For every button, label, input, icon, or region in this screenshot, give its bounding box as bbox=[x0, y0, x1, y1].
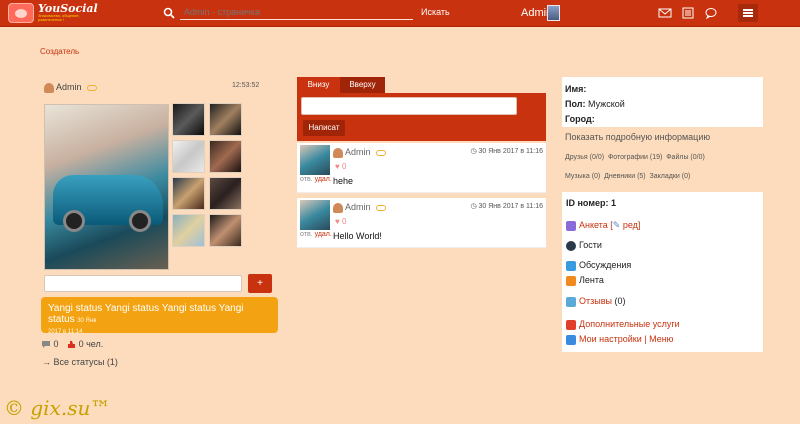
photo-thumb[interactable] bbox=[172, 140, 205, 173]
post-text: hehe bbox=[333, 176, 354, 186]
watermark: © gix.su™ bbox=[4, 396, 111, 420]
reply-link[interactable]: отв. bbox=[300, 231, 313, 238]
bookmarks-link[interactable]: Закладки (0) bbox=[650, 173, 691, 180]
menu-guests[interactable]: Гости bbox=[566, 240, 602, 251]
counts-row-1: Друзья (0/0) Фотографии (19) Файлы (0/0) bbox=[565, 154, 705, 161]
post-date: ◷ 30 Янв 2017 в 11:16 bbox=[470, 148, 543, 155]
top-bar: YouSocial Знакомства, общение, развлечен… bbox=[0, 0, 800, 27]
like-count: 0 чел. bbox=[78, 339, 104, 349]
chat-icon[interactable] bbox=[704, 7, 718, 19]
settings-icon bbox=[566, 334, 576, 345]
files-link[interactable]: Файлы (0/0) bbox=[666, 154, 705, 161]
delete-link[interactable]: удал. bbox=[315, 231, 332, 238]
like-hand-icon[interactable] bbox=[66, 340, 76, 349]
news-icon[interactable] bbox=[681, 7, 695, 19]
post-actions: отв. удал. bbox=[300, 231, 332, 238]
photo-thumb[interactable] bbox=[209, 103, 242, 136]
photo-thumb[interactable] bbox=[172, 214, 205, 247]
search-icon[interactable] bbox=[163, 7, 175, 19]
show-more-info-link[interactable]: Показать подробную информацию bbox=[565, 132, 710, 142]
photo-thumb[interactable] bbox=[172, 177, 205, 210]
online-badge-icon bbox=[376, 204, 387, 211]
profile-name[interactable]: Admin bbox=[56, 82, 82, 92]
user-icon bbox=[333, 147, 343, 158]
delete-link[interactable]: удал. bbox=[315, 176, 332, 183]
music-link[interactable]: Музыка (0) bbox=[565, 173, 600, 180]
post-like[interactable]: ♥ 0 bbox=[335, 162, 346, 171]
id-number: ID номер: 1 bbox=[566, 198, 616, 208]
wall-submit-button[interactable]: Написат bbox=[303, 120, 345, 136]
search-input[interactable] bbox=[180, 4, 413, 20]
menu-settings[interactable]: Мои настройки | Меню bbox=[566, 334, 673, 345]
status-date: 30 Янв bbox=[77, 318, 97, 324]
guests-icon bbox=[566, 240, 576, 251]
menu-link[interactable]: Меню bbox=[649, 334, 673, 344]
menu-reviews[interactable]: Отзывы (0) bbox=[566, 296, 625, 307]
services-icon bbox=[566, 319, 576, 330]
profile-name-row[interactable]: Admin bbox=[44, 82, 98, 93]
sex-value: Мужской bbox=[587, 99, 625, 109]
status-stats: 0 0 чел. bbox=[41, 339, 103, 349]
anketa-icon bbox=[566, 220, 576, 231]
profile-main-photo[interactable] bbox=[44, 104, 169, 270]
reply-link[interactable]: отв. bbox=[300, 176, 313, 183]
logo-mark-icon bbox=[8, 3, 34, 23]
city-label: Город: bbox=[565, 114, 595, 124]
reviews-icon bbox=[566, 296, 576, 307]
menu-anketa[interactable]: Анкета [✎ ред] bbox=[566, 220, 640, 231]
status-add-button[interactable]: + bbox=[248, 274, 272, 293]
diaries-link[interactable]: Дневники (5) bbox=[604, 173, 645, 180]
menu-services[interactable]: Дополнительные услуги bbox=[566, 319, 680, 330]
creator-label: Создатель bbox=[40, 47, 80, 56]
counts-row-2: Музыка (0) Дневники (5) Закладки (0) bbox=[565, 173, 690, 180]
profile-menu: ID номер: 1 Анкета [✎ ред] Гости Обсужде… bbox=[562, 192, 763, 352]
logo-tagline: Знакомства, общение, развлечения ! bbox=[38, 13, 80, 22]
name-label: Имя: bbox=[565, 84, 587, 94]
post-actions: отв. удал. bbox=[300, 176, 332, 183]
user-icon bbox=[44, 82, 54, 93]
post-date: ◷ 30 Янв 2017 в 11:16 bbox=[470, 203, 543, 210]
wall-form: Написат bbox=[297, 93, 546, 141]
profile-time: 12:53:52 bbox=[232, 82, 260, 89]
photo-thumb[interactable] bbox=[209, 214, 242, 247]
post-avatar[interactable] bbox=[300, 145, 330, 175]
post-avatar[interactable] bbox=[300, 200, 330, 230]
sex-label: Пол: bbox=[565, 99, 586, 109]
tab-up[interactable]: Вверху bbox=[340, 77, 385, 93]
online-badge-icon bbox=[376, 149, 387, 156]
discussions-icon bbox=[566, 260, 576, 271]
status-input[interactable] bbox=[44, 275, 242, 292]
edit-link[interactable]: ред bbox=[623, 220, 638, 230]
post-author[interactable]: Admin bbox=[333, 202, 387, 213]
post-author[interactable]: Admin bbox=[333, 147, 387, 158]
mail-icon[interactable] bbox=[658, 7, 672, 19]
header-avatar[interactable] bbox=[547, 5, 560, 21]
status-date-year: 2017 в 11:14 bbox=[48, 329, 83, 335]
photo-thumb[interactable] bbox=[172, 103, 205, 136]
user-icon bbox=[333, 202, 343, 213]
wall-post: Admin ◷ 30 Янв 2017 в 11:16 ♥ 0 отв. уда… bbox=[297, 143, 546, 193]
friends-link[interactable]: Друзья (0/0) bbox=[565, 154, 604, 161]
comment-icon[interactable] bbox=[41, 340, 51, 349]
photo-thumb[interactable] bbox=[209, 177, 242, 210]
search-button[interactable]: Искать bbox=[421, 7, 450, 17]
menu-discussions[interactable]: Обсуждения bbox=[566, 260, 631, 271]
comment-count: 0 bbox=[53, 339, 59, 349]
wall-tabs: Внизу Вверху bbox=[297, 77, 546, 93]
hamburger-menu-button[interactable] bbox=[738, 4, 758, 22]
tab-down[interactable]: Внизу bbox=[297, 77, 340, 93]
photo-thumb[interactable] bbox=[209, 140, 242, 173]
site-logo[interactable]: YouSocial Знакомства, общение, развлечен… bbox=[8, 2, 98, 24]
online-badge-icon bbox=[87, 84, 98, 91]
wall-textarea[interactable] bbox=[301, 97, 517, 115]
wall-post: Admin ◷ 30 Янв 2017 в 11:16 ♥ 0 отв. уда… bbox=[297, 198, 546, 248]
all-statuses-link[interactable]: → Все статусы (1) bbox=[42, 357, 118, 367]
photos-link[interactable]: Фотографии (19) bbox=[608, 154, 662, 161]
post-text: Hello World! bbox=[333, 231, 382, 241]
profile-info-box: Имя: Пол: Мужской Город: bbox=[562, 77, 763, 127]
rss-icon bbox=[566, 275, 576, 286]
status-box: Yangi status Yangi status Yangi status Y… bbox=[41, 297, 278, 335]
post-like[interactable]: ♥ 0 bbox=[335, 217, 346, 226]
menu-feed[interactable]: Лента bbox=[566, 275, 604, 286]
